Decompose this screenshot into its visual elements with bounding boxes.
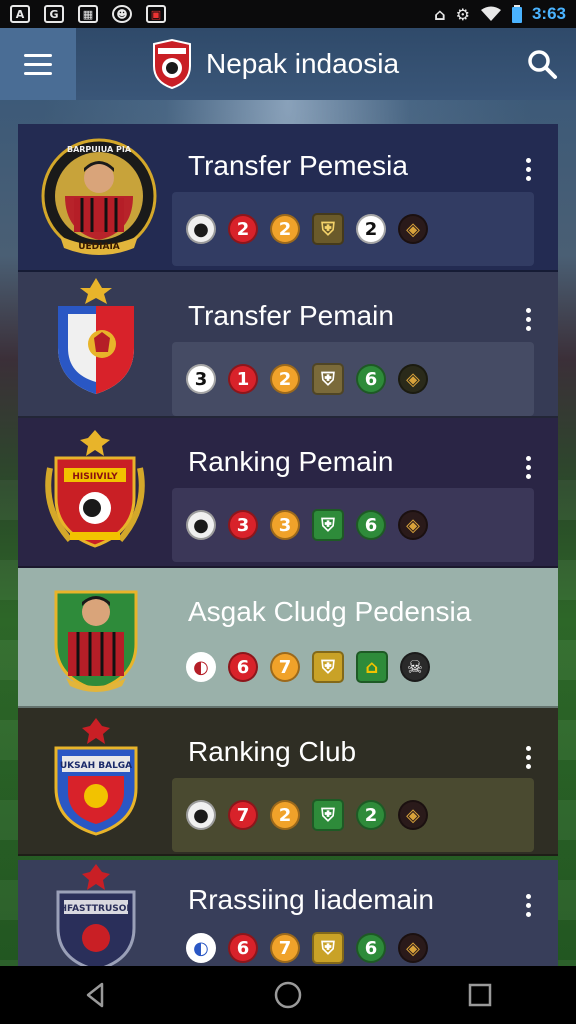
- status-bar: A G ▦ ☻ ▣ ⌂ ⚙ 3:63: [0, 0, 576, 28]
- shield-icon: ◈: [398, 933, 428, 963]
- club-crest-navy: HFASTTRUSOE: [56, 864, 136, 968]
- stat-chip-green: 6: [356, 933, 386, 963]
- club-crest-blue: UKSAH BALGA: [54, 718, 138, 836]
- stat-chip-red: 3: [228, 510, 258, 540]
- system-nav-bar: [0, 966, 576, 1024]
- shield-icon: ◈: [398, 364, 428, 394]
- card-title: Transfer Pemain: [188, 300, 394, 331]
- badge-icon: ⛨: [312, 213, 344, 245]
- more-options-button[interactable]: [524, 894, 532, 917]
- ball-icon: ◐: [186, 652, 216, 682]
- stat-chip-orange: 7: [270, 652, 300, 682]
- stat-chip-green: 6: [356, 510, 386, 540]
- card-title: Ranking Club: [188, 736, 357, 767]
- app-bar: Nepak indaosia: [0, 28, 576, 100]
- crest-top-text: UKSAH BALGA: [60, 761, 132, 771]
- stat-chip-green: 2: [356, 800, 386, 830]
- list-item-transfer-pemesia[interactable]: UEDIAIA BARPUIUA PIA Transfer Pemesia ● …: [18, 124, 558, 272]
- card-title: Ranking Pemain: [188, 446, 394, 477]
- stat-chip-red: 7: [228, 800, 258, 830]
- stat-chip-orange: 2: [270, 364, 300, 394]
- stat-chip-green: 6: [356, 364, 386, 394]
- player-portrait-crest: UEDIAIA BARPUIUA PIA: [41, 138, 157, 255]
- card-title: Asgak Cludg Pedensia: [188, 596, 472, 627]
- ball-icon: ◐: [186, 933, 216, 963]
- player-portrait-crest-green: [54, 590, 138, 692]
- crest-top-text: HISIIVILY: [72, 472, 118, 482]
- crest-ribbon-text: UEDIAIA: [78, 242, 120, 252]
- search-icon[interactable]: [526, 48, 558, 80]
- hamburger-icon: [24, 53, 52, 57]
- stats-panel: ◐ 6 7 ⛨ 6 ◈: [172, 926, 534, 970]
- clock: 3:63: [531, 4, 566, 23]
- stat-chip-white: 3: [186, 364, 216, 394]
- stat-chip-orange: 3: [270, 510, 300, 540]
- home-icon: ⌂: [434, 4, 446, 24]
- app-title: Nepak indaosia: [206, 48, 400, 79]
- team-logo-icon: ●: [186, 800, 216, 830]
- stats-panel: ● 2 2 ⛨ 2 ◈: [172, 192, 534, 266]
- stat-chip-orange: 2: [270, 214, 300, 244]
- card-title: Transfer Pemesia: [188, 150, 408, 181]
- battery-icon: [511, 5, 522, 23]
- image-icon: ▣: [146, 5, 166, 23]
- stat-chip-orange: 7: [270, 933, 300, 963]
- stats-panel: 3 1 2 ⛨ 6 ◈: [172, 342, 534, 416]
- home-badge-icon: ⌂: [356, 651, 388, 683]
- calendar-icon: ▦: [78, 5, 98, 23]
- list-item-ranking-pemain[interactable]: HISIIVILY Ranking Pemain ● 3 3 ⛨ 6 ◈: [18, 418, 558, 568]
- badge-icon: ⛨: [312, 651, 344, 683]
- stat-chip-orange: 2: [270, 800, 300, 830]
- badge-icon: ⛨: [312, 799, 344, 831]
- shield-icon: ◈: [398, 214, 428, 244]
- more-options-button[interactable]: [524, 746, 532, 769]
- crest-top-text: HFASTTRUSOE: [59, 904, 132, 914]
- club-crest-red-blue: [58, 278, 134, 394]
- stats-panel: ◐ 6 7 ⛨ ⌂ ☠: [172, 630, 534, 704]
- badge-icon: ⛨: [312, 509, 344, 541]
- shield-icon: ◈: [398, 800, 428, 830]
- card-title: Rrassiing Iiademain: [188, 884, 434, 915]
- stat-chip-red: 1: [228, 364, 258, 394]
- hamburger-menu-button[interactable]: [0, 28, 76, 100]
- chat-icon: G: [44, 5, 64, 23]
- team-logo-icon: ●: [186, 510, 216, 540]
- more-options-button[interactable]: [524, 308, 532, 331]
- more-options-button[interactable]: [524, 456, 532, 479]
- face-icon: ☻: [112, 5, 132, 23]
- club-shield-logo: [153, 38, 191, 90]
- badge-icon: ⛨: [312, 363, 344, 395]
- list-item-ranking-club[interactable]: UKSAH BALGA Ranking Club ● 7 2 ⛨ 2 ◈: [18, 708, 558, 856]
- badge-icon: ⛨: [312, 932, 344, 964]
- skull-icon: ☠: [400, 652, 430, 682]
- team-logo-icon: ●: [186, 214, 216, 244]
- stats-panel: ● 7 2 ⛨ 2 ◈: [172, 778, 534, 852]
- list-item-rrassiing-iiademain[interactable]: HFASTTRUSOE Rrassiing Iiademain ◐ 6 7 ⛨ …: [18, 860, 558, 968]
- stats-panel: ● 3 3 ⛨ 6 ◈: [172, 488, 534, 562]
- club-crest-laurel: HISIIVILY: [45, 430, 145, 548]
- a-icon: A: [10, 5, 30, 23]
- home-icon[interactable]: [273, 980, 303, 1010]
- recents-icon[interactable]: [465, 980, 495, 1010]
- shield-icon: ◈: [398, 510, 428, 540]
- stat-chip-white: 2: [356, 214, 386, 244]
- back-icon[interactable]: [81, 980, 111, 1010]
- settings-icon: ⚙: [455, 4, 470, 24]
- crest-ring-text: BARPUIUA PIA: [67, 145, 132, 154]
- stat-chip-red: 6: [228, 652, 258, 682]
- list-item-transfer-pemain[interactable]: Transfer Pemain 3 1 2 ⛨ 6 ◈: [18, 272, 558, 418]
- more-options-button[interactable]: [524, 158, 532, 181]
- list-item-asgak-cludg-pedensia[interactable]: Asgak Cludg Pedensia ◐ 6 7 ⛨ ⌂ ☠: [18, 568, 558, 708]
- stat-chip-red: 2: [228, 214, 258, 244]
- stat-chip-red: 6: [228, 933, 258, 963]
- wifi-icon: [480, 6, 501, 21]
